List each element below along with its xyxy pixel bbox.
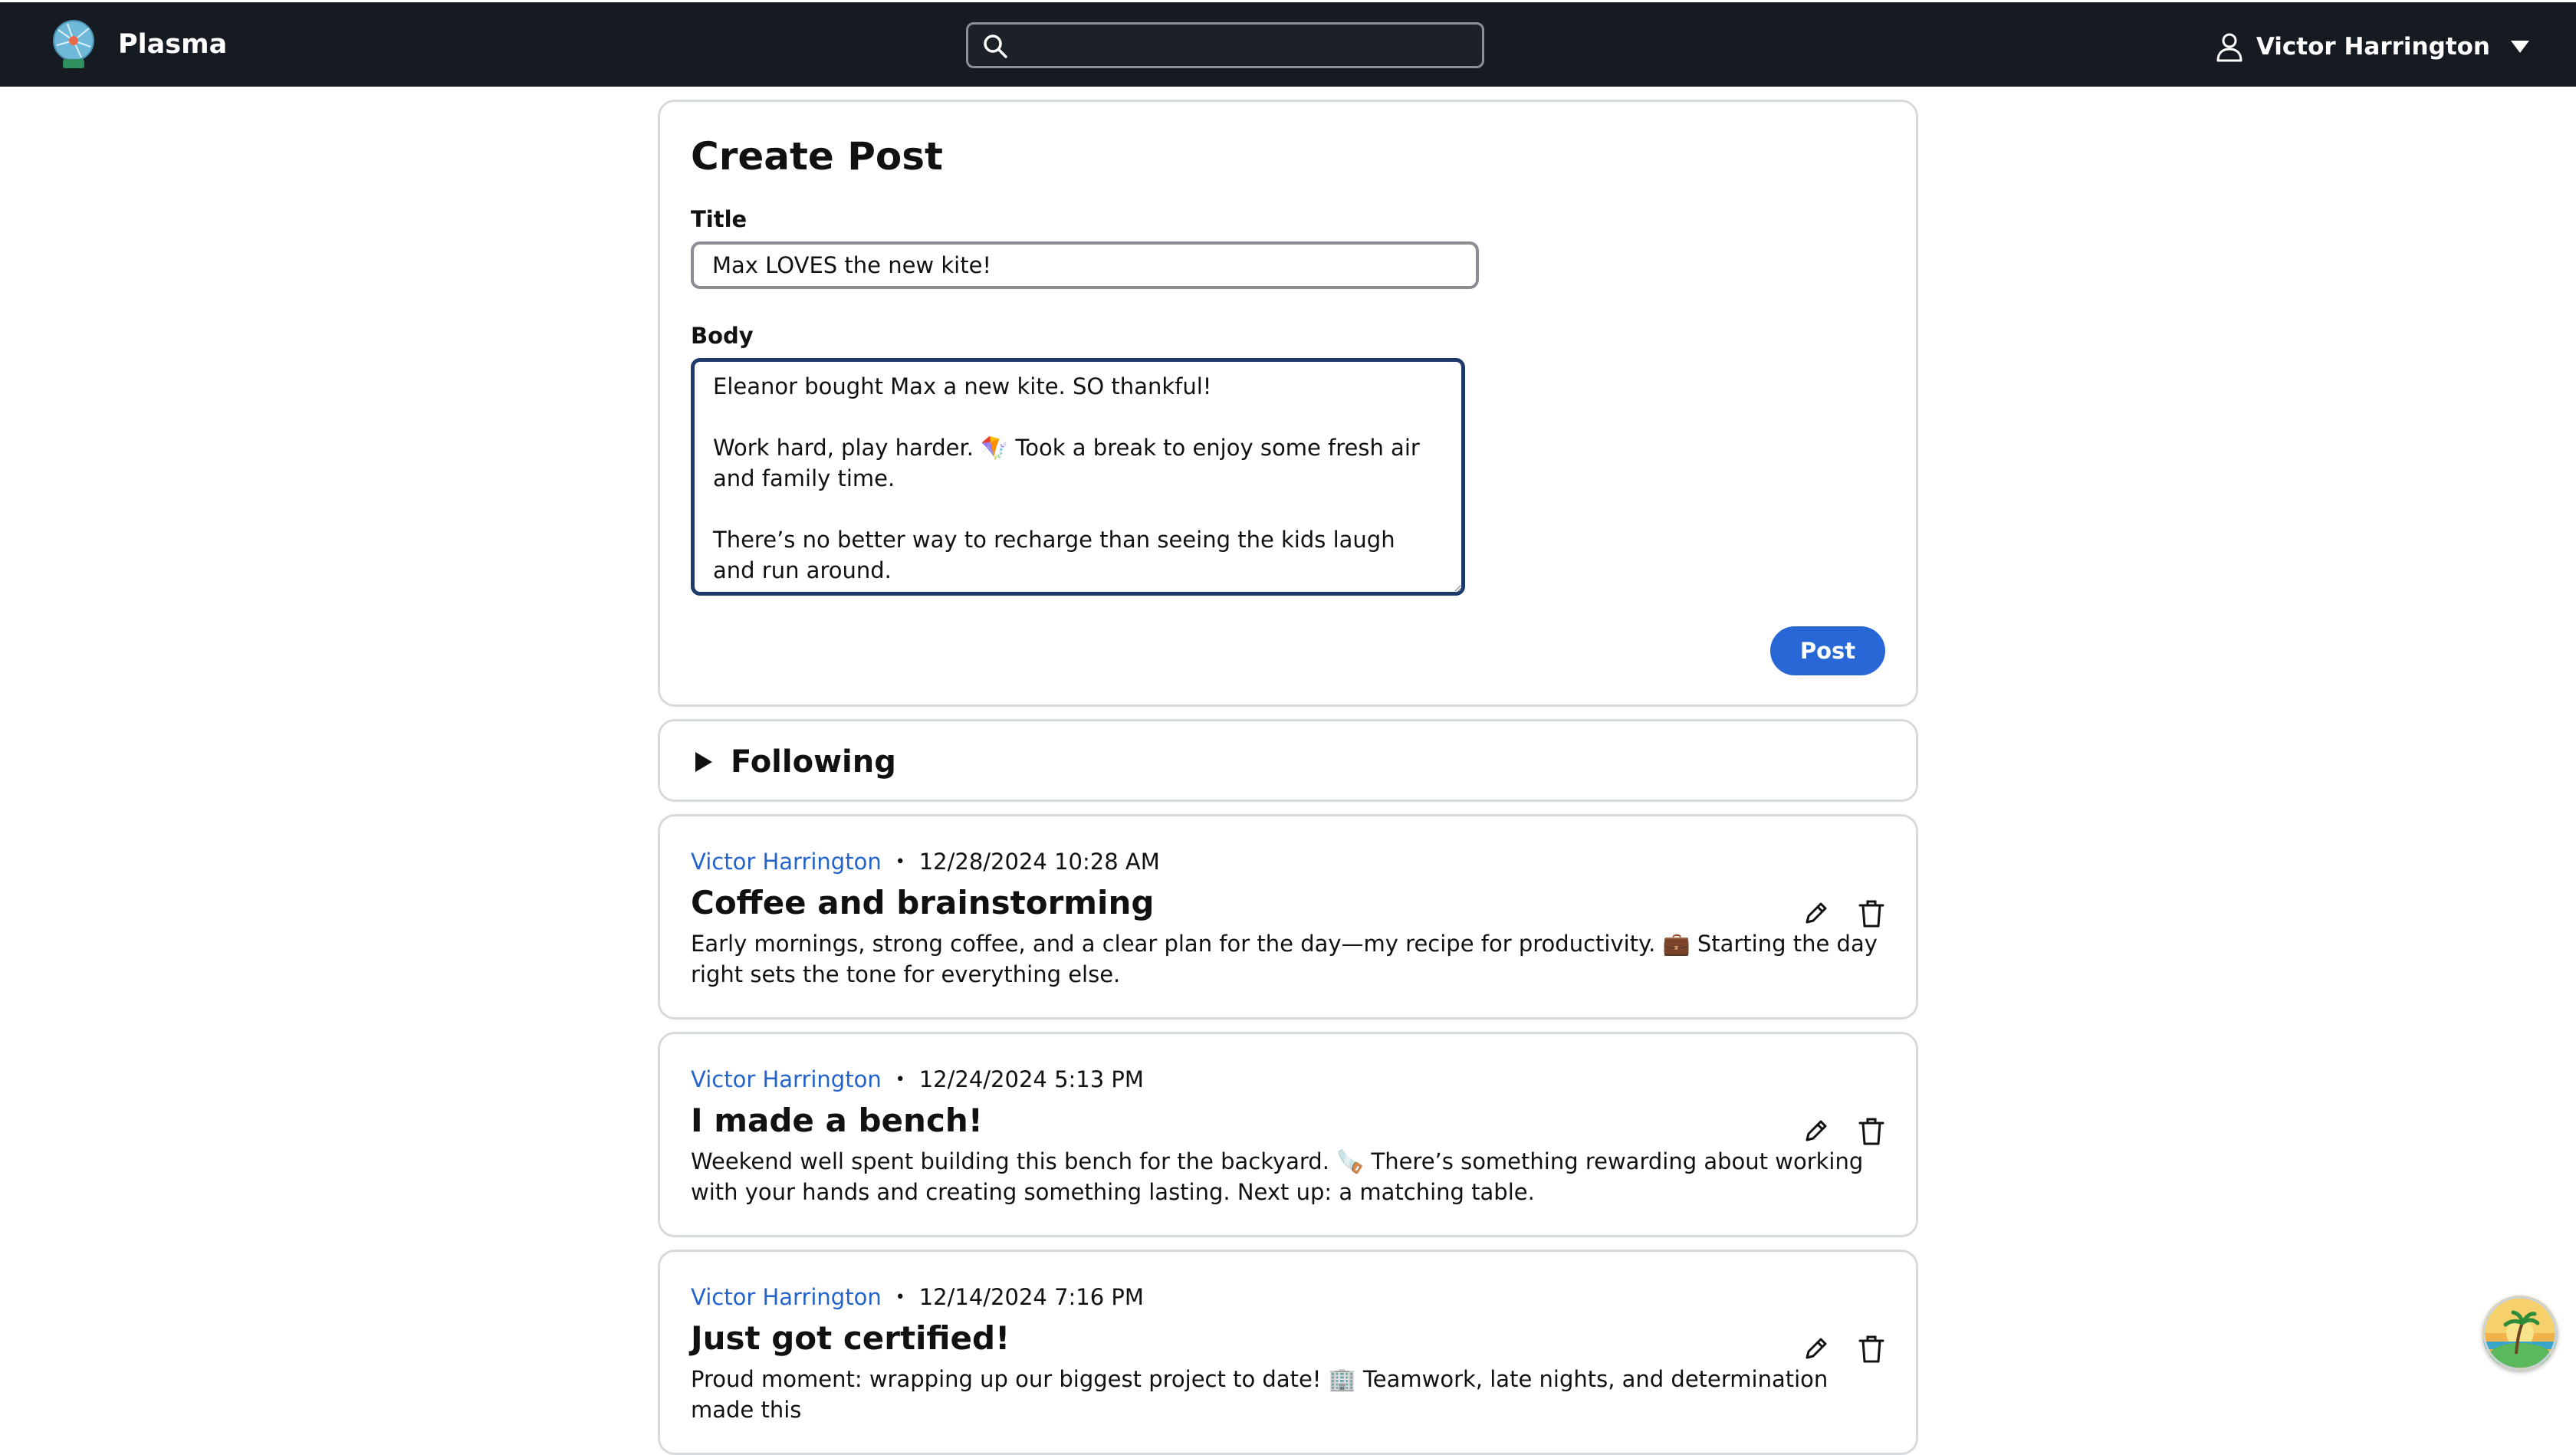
search-input[interactable] — [1017, 29, 1473, 63]
title-input[interactable] — [691, 241, 1479, 289]
post-button[interactable]: Post — [1770, 626, 1885, 675]
assistant-button[interactable] — [2482, 1296, 2558, 1371]
post-author-link[interactable]: Victor Harrington — [691, 849, 882, 875]
brand[interactable]: Plasma — [51, 19, 227, 70]
trash-icon[interactable] — [1858, 899, 1885, 928]
pencil-icon[interactable] — [1802, 1335, 1830, 1362]
post-author-link[interactable]: Victor Harrington — [691, 1284, 882, 1310]
post-timestamp: 12/28/2024 10:28 AM — [918, 849, 1160, 875]
triangle-right-icon — [695, 752, 712, 772]
island-avatar-icon — [2482, 1296, 2558, 1371]
post-body: Weekend well spent building this bench f… — [691, 1148, 1864, 1205]
post-title: Just got certified! — [691, 1319, 1010, 1357]
user-name: Victor Harrington — [2256, 33, 2490, 61]
post-meta: Victor Harrington • 12/28/2024 10:28 AM — [691, 849, 1160, 875]
caret-down-icon — [2511, 41, 2529, 53]
meta-separator: • — [895, 1287, 905, 1307]
search-icon — [984, 34, 1007, 58]
post-meta: Victor Harrington • 12/24/2024 5:13 PM — [691, 1066, 1144, 1092]
meta-separator: • — [895, 852, 905, 872]
create-post-card: Create Post Title Body Post — [658, 100, 1918, 707]
pencil-icon[interactable] — [1802, 1117, 1830, 1145]
following-label: Following — [731, 744, 896, 780]
top-navbar: Plasma Victor Harrington — [0, 0, 2576, 87]
meta-separator: • — [895, 1069, 905, 1089]
title-label: Title — [691, 206, 748, 232]
brand-name: Plasma — [118, 29, 228, 60]
post-timestamp: 12/14/2024 7:16 PM — [918, 1284, 1144, 1310]
body-label: Body — [691, 323, 754, 349]
post-card: Victor Harrington • 12/24/2024 5:13 PM I… — [658, 1032, 1918, 1237]
post-body: Early mornings, strong coffee, and a cle… — [691, 931, 1878, 987]
trash-icon[interactable] — [1858, 1335, 1885, 1364]
post-timestamp: 12/24/2024 5:13 PM — [918, 1066, 1144, 1092]
post-body: Proud moment: wrapping up our biggest pr… — [691, 1366, 1829, 1423]
search-box[interactable] — [966, 22, 1484, 68]
plasma-globe-logo-icon — [53, 20, 94, 68]
post-title: Coffee and brainstorming — [691, 884, 1155, 921]
user-menu[interactable]: Victor Harrington — [2215, 24, 2530, 70]
pencil-icon[interactable] — [1802, 899, 1830, 927]
post-meta: Victor Harrington • 12/14/2024 7:16 PM — [691, 1284, 1144, 1310]
trash-icon[interactable] — [1858, 1117, 1885, 1146]
user-icon — [2216, 33, 2242, 62]
following-section[interactable]: Following — [658, 719, 1918, 802]
post-card: Victor Harrington • 12/14/2024 7:16 PM J… — [658, 1250, 1918, 1455]
post-card: Victor Harrington • 12/28/2024 10:28 AM … — [658, 814, 1918, 1020]
body-textarea[interactable] — [691, 358, 1465, 596]
post-author-link[interactable]: Victor Harrington — [691, 1066, 882, 1092]
create-post-heading: Create Post — [691, 134, 943, 179]
post-title: I made a bench! — [691, 1102, 983, 1139]
